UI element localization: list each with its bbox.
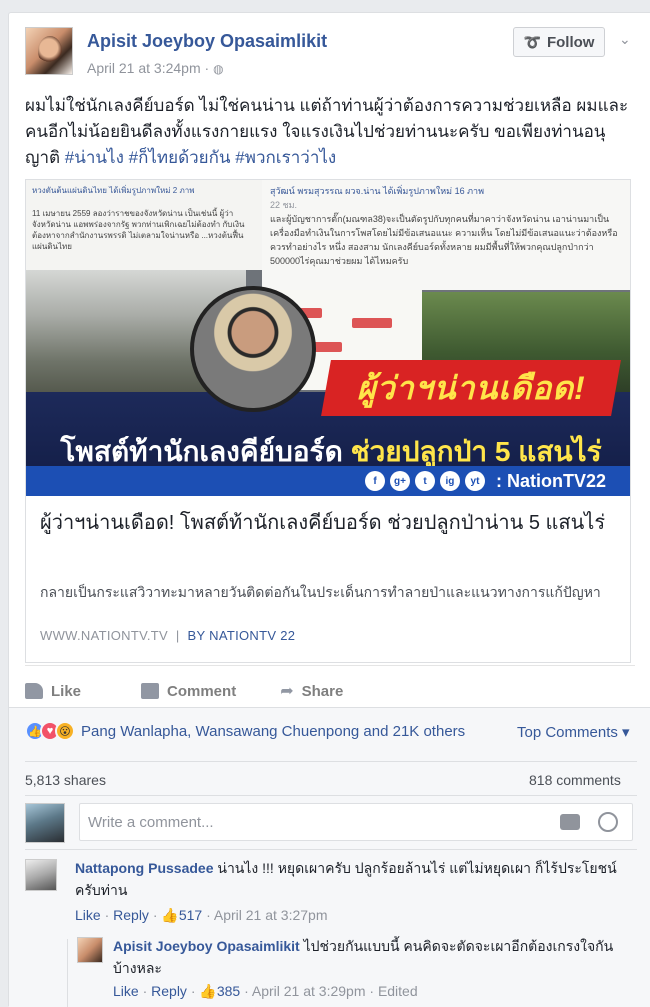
reply-like-link[interactable]: Like: [113, 983, 139, 999]
twitter-icon: t: [414, 471, 435, 491]
link-title[interactable]: ผู้ว่าฯน่านเดือด! โพสต์ท้านักเลงคีย์บอร์…: [40, 510, 616, 537]
globe-icon: ◍: [213, 62, 224, 76]
meta-separator: ·: [240, 983, 252, 999]
headline-red-box: ผู้ว่าฯน่านเดือด!: [321, 360, 621, 416]
link-preview[interactable]: หวงตันต้นแผ่นดินไทย ได้เพิ่มรูปภาพใหม่ 2…: [25, 179, 631, 663]
comment-button[interactable]: Comment: [141, 683, 236, 700]
chevron-down-icon[interactable]: ⌄: [619, 31, 633, 47]
social-bar: f g+ t ig yt : NationTV22: [26, 466, 630, 496]
commenter-avatar[interactable]: [25, 859, 57, 891]
comments-count[interactable]: 818 comments: [529, 772, 621, 788]
left-screenshot-header: หวงตันต้นแผ่นดินไทย ได้เพิ่มรูปภาพใหม่ 2…: [32, 186, 195, 195]
youtube-icon: yt: [464, 471, 485, 491]
hashtag[interactable]: #น่านไง: [65, 148, 124, 167]
like-button[interactable]: Like: [25, 683, 81, 700]
shares-count[interactable]: 5,813 shares: [25, 772, 106, 788]
post-timestamp[interactable]: April 21 at 3:24pm · ◍: [87, 60, 224, 76]
right-screenshot-time: 22 ชม.: [270, 200, 298, 210]
comment-author[interactable]: Nattapong Pussadee: [75, 860, 213, 876]
wow-reaction-icon: 😮: [55, 721, 75, 741]
meta-separator: ·: [186, 983, 200, 999]
right-screenshot-author: สุวัฒน์ พรมสุวรรณ ผวจ.น่าน ได้เพิ่มรูปภา…: [270, 186, 485, 196]
thumbs-up-icon: 👍: [161, 907, 179, 923]
reply-thread-line: [67, 939, 68, 1007]
post-header: Apisit Joeyboy Opasaimlikit April 21 at …: [25, 27, 635, 87]
comment-reply-link[interactable]: Reply: [113, 907, 149, 923]
facebook-icon: f: [364, 471, 385, 491]
action-bar: Like Comment ➦ Share: [25, 675, 637, 707]
share-arrow-icon: ➦: [280, 683, 294, 700]
comment-placeholder: Write a comment...: [88, 814, 214, 831]
reply-like-count[interactable]: 385: [217, 983, 240, 999]
reply-edited[interactable]: Edited: [378, 983, 418, 999]
comment-input[interactable]: Write a comment...: [79, 803, 633, 841]
post-time-text[interactable]: April 21 at 3:24pm ·: [87, 60, 213, 76]
camera-icon[interactable]: [560, 814, 580, 830]
author-name[interactable]: Apisit Joeyboy Opasaimlikit: [87, 31, 327, 52]
post-text: ผมไม่ใช่นักเลงคีย์บอร์ด ไม่ใช่คนน่าน แต่…: [25, 93, 637, 171]
left-screenshot: หวงตันต้นแผ่นดินไทย ได้เพิ่มรูปภาพใหม่ 2…: [26, 180, 262, 270]
follow-button[interactable]: ➰ Follow: [513, 27, 605, 57]
comment-time[interactable]: April 21 at 3:27pm: [214, 907, 328, 923]
reply-author[interactable]: Apisit Joeyboy Opasaimlikit: [113, 938, 300, 954]
divider: [25, 665, 635, 666]
reply-body: Apisit Joeyboy Opasaimlikit ไปช่วยกันแบบ…: [113, 935, 629, 979]
meta-separator: ·: [365, 983, 378, 999]
follow-label: Follow: [546, 33, 595, 51]
headline-white: โพสต์ท้านักเลงคีย์บอร์ด: [60, 436, 351, 467]
comment-icon: [141, 683, 160, 699]
comment-meta: Like · Reply · 👍517 · April 21 at 3:27pm: [75, 907, 327, 924]
meta-separator: ·: [138, 983, 152, 999]
share-button[interactable]: ➦ Share: [280, 681, 343, 701]
hashtag[interactable]: #ก็ไทยด้วยกัน: [129, 148, 231, 167]
comment-like-link[interactable]: Like: [75, 907, 101, 923]
hashtag[interactable]: #พวกเราว่าไง: [235, 148, 336, 167]
headline-red-text: ผู้ว่าฯน่านเดือด!: [356, 369, 586, 406]
headline-yellow: ช่วยปลูกป่า 5 แสนไร่: [350, 436, 602, 467]
link-byline[interactable]: BY NATIONTV 22: [188, 628, 296, 643]
divider: [25, 795, 637, 796]
left-screenshot-text: 11 เมษายน 2559 ลองว่าราชของจังหวัดน่าน เ…: [32, 209, 245, 251]
link-description: กลายเป็นกระแสวิวาทะมาหลายวันติดต่อกันในป…: [40, 584, 601, 600]
thumbs-up-icon: 👍: [199, 983, 217, 999]
reply-meta: Like · Reply · 👍385 · April 21 at 3:29pm…: [113, 983, 418, 1000]
current-user-avatar: [25, 803, 65, 843]
meta-separator: ·: [148, 907, 162, 923]
right-screenshot: สุวัฒน์ พรมสุวรรณ ผวจ.น่าน ได้เพิ่มรูปภา…: [262, 180, 630, 290]
rss-icon: ➰: [523, 33, 541, 50]
right-screenshot-text: และผู้บัญชาการตั๊ก(มณฑล38)จะเป็นตัดรูปกั…: [270, 214, 618, 266]
author-avatar[interactable]: [25, 27, 73, 75]
share-label: Share: [301, 682, 344, 700]
reactions-text[interactable]: Pang Wanlapha, Wansawang Chuenpong and 2…: [81, 723, 465, 740]
link-domain: WWW.NATIONTV.TV: [40, 628, 168, 643]
reactions-summary[interactable]: 👍 ♥ 😮 Pang Wanlapha, Wansawang Chuenpong…: [25, 721, 465, 741]
divider: [25, 849, 637, 850]
reply-author-avatar[interactable]: [77, 937, 103, 963]
link-separator: |: [175, 628, 180, 643]
thumbs-up-icon: [25, 683, 43, 699]
right-screenshot-header: สุวัฒน์ พรมสุวรรณ ผวจ.น่าน ได้เพิ่มรูปภา…: [270, 184, 484, 212]
emoji-icon[interactable]: [598, 812, 618, 832]
brand-label: : NationTV22: [495, 470, 606, 491]
comment-label: Comment: [167, 682, 237, 700]
reply-reply-link[interactable]: Reply: [151, 983, 187, 999]
top-comments-dropdown[interactable]: Top Comments ▾: [517, 723, 630, 741]
meta-separator: ·: [100, 907, 114, 923]
comment-body: Nattapong Pussadee น่านไง !!! หยุดเผาครั…: [75, 857, 629, 901]
comment-like-count[interactable]: 517: [179, 907, 202, 923]
reply-time[interactable]: April 21 at 3:29pm: [252, 983, 366, 999]
meta-separator: ·: [202, 907, 214, 923]
divider: [25, 761, 637, 762]
governor-portrait: [190, 286, 316, 412]
like-label: Like: [51, 682, 82, 700]
link-source: WWW.NATIONTV.TV | BY NATIONTV 22: [40, 628, 295, 643]
post-card: Apisit Joeyboy Opasaimlikit April 21 at …: [8, 12, 650, 1007]
instagram-icon: ig: [439, 471, 460, 491]
reaction-icons: 👍 ♥ 😮: [25, 721, 75, 741]
googleplus-icon: g+: [389, 471, 410, 491]
link-image[interactable]: หวงตันต้นแผ่นดินไทย ได้เพิ่มรูปภาพใหม่ 2…: [26, 180, 630, 496]
